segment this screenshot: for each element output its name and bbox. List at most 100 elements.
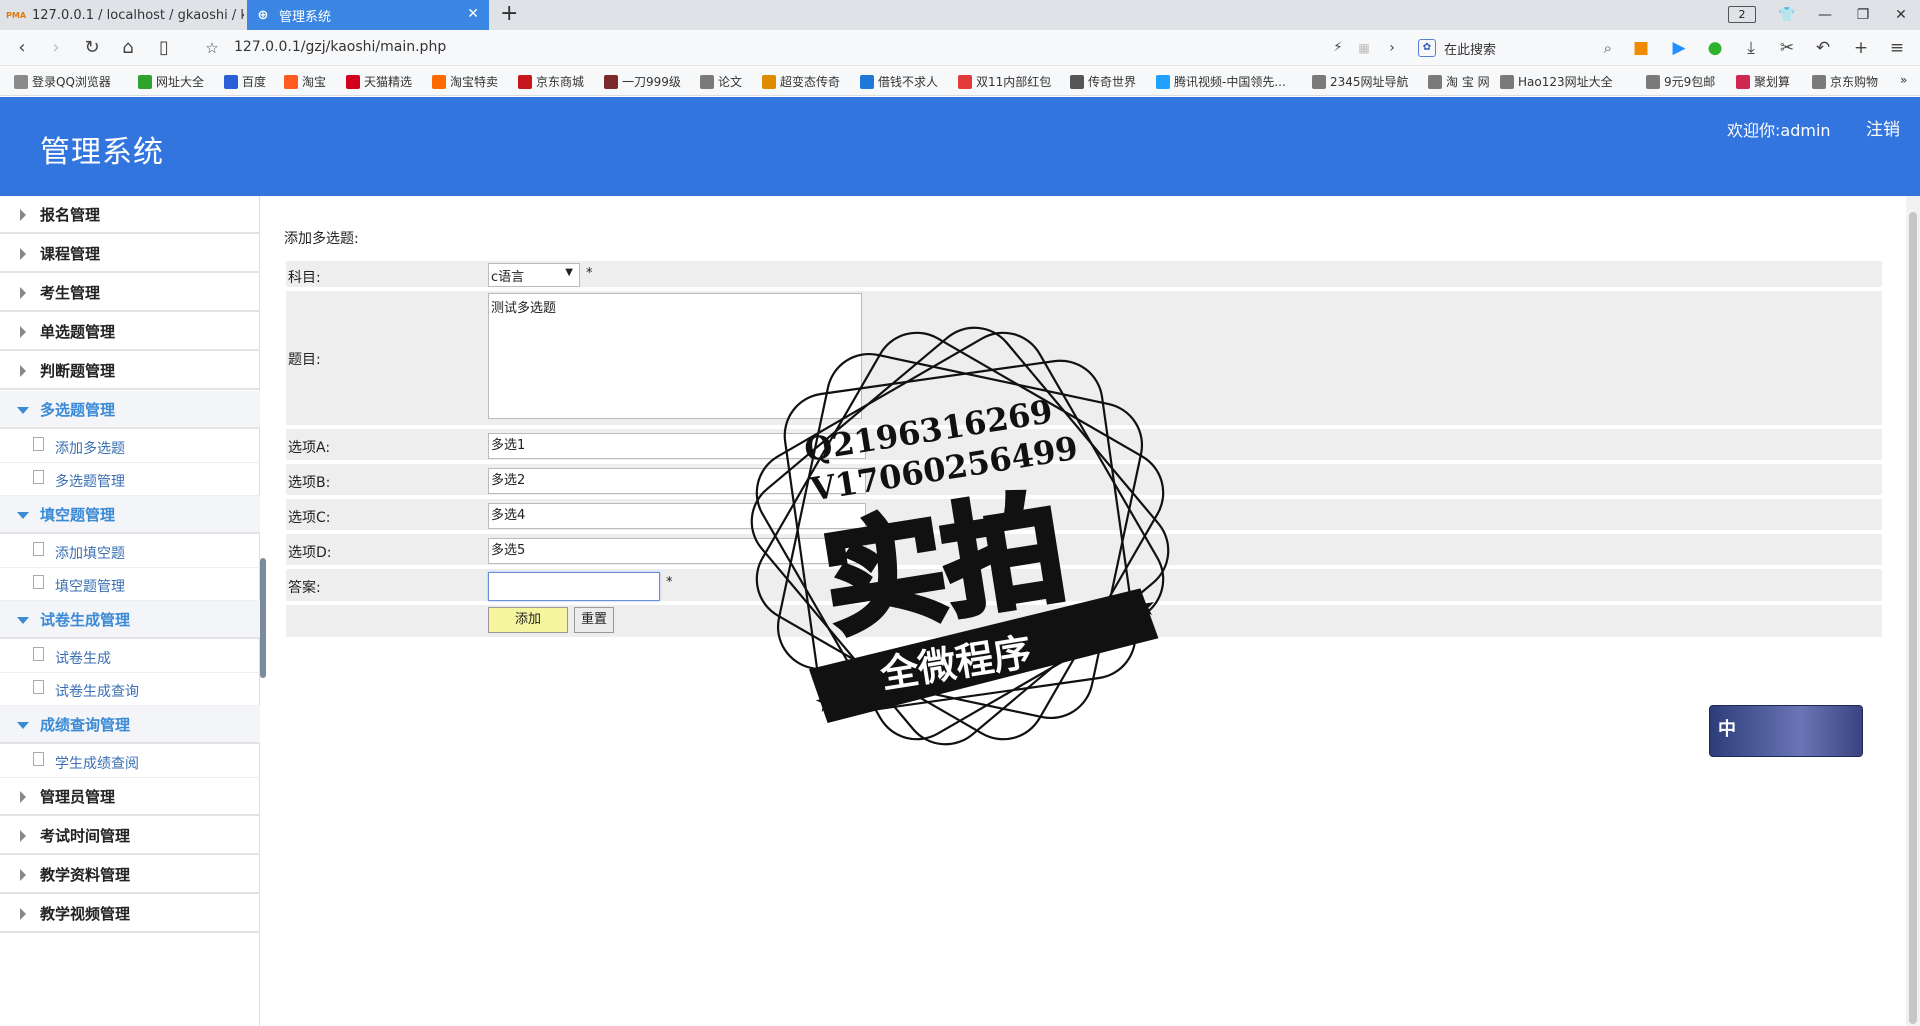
bookmark-favicon-icon [1500,74,1514,89]
bookmark-item[interactable]: 京东商城 [518,73,584,90]
username: admin [1780,121,1831,140]
document-icon [33,647,44,661]
bookmark-favicon-icon [518,74,532,89]
search-input[interactable]: 在此搜索 [1444,39,1604,58]
bookmark-item[interactable]: 天猫精选 [346,73,412,90]
reload-icon[interactable]: ↻ [80,36,104,60]
sidebar-item[interactable]: 添加多选题 [0,430,260,463]
bookmark-item[interactable]: 登录QQ浏览器 [14,73,111,90]
scissors-icon[interactable]: ✂ [1776,37,1798,59]
bookmark-item[interactable]: 传奇世界 [1070,73,1136,90]
bookmark-favicon-icon [1428,74,1442,89]
sidebar-section[interactable]: 课程管理 [0,235,260,273]
bookmark-item[interactable]: 借钱不求人 [860,73,938,90]
browser-tab-phpmyadmin[interactable]: PMA 127.0.0.1 / localhost / gkaoshi / ke [0,0,244,30]
bookmark-label: 网址大全 [156,75,205,89]
bookmark-label: 论文 [718,75,743,89]
video-camera-icon[interactable]: ■ [1630,37,1652,59]
bookmark-item[interactable]: 淘宝 [284,73,326,90]
sidebar-item[interactable]: 填空题管理 [0,568,260,601]
reset-button[interactable]: 重置 [574,607,614,633]
ime-floating-widget[interactable]: 中 [1709,705,1863,757]
sidebar-section[interactable]: 填空题管理 [0,496,260,534]
grid-icon[interactable]: ▦ [1352,36,1376,60]
bookmark-label: 2345网址导航 [1330,75,1409,89]
plus-icon[interactable]: + [1850,37,1872,59]
bookmark-item[interactable]: 论文 [700,73,742,90]
document-icon [33,470,44,484]
sidebar-item[interactable]: 多选题管理 [0,463,260,496]
bookmark-label: 天猫精选 [364,75,413,89]
search-box[interactable]: ✿ 在此搜索 ⌕ [1418,32,1612,64]
bookmark-item[interactable]: 2345网址导航 [1312,73,1409,90]
bookmark-item[interactable]: 一刀999级 [604,73,681,90]
browser-tab-admin[interactable]: ⊕ 管理系统 ✕ [247,0,489,30]
bookmark-item[interactable]: 百度 [224,73,266,90]
bookmark-item[interactable]: Hao123网址大全 [1500,73,1613,90]
sidebar-section[interactable]: 试卷生成管理 [0,601,260,639]
subject-select[interactable]: c语言 ▼ [488,263,580,287]
sidebar-item[interactable]: 试卷生成 [0,640,260,673]
tab-count-badge[interactable]: 2 [1728,6,1756,23]
chevron-right-icon[interactable]: › [1380,36,1404,60]
sidebar-section[interactable]: 成绩查询管理 [0,706,260,744]
sidebar-section[interactable]: 单选题管理 [0,313,260,351]
undo-icon[interactable]: ↶ [1812,37,1834,59]
bookmark-favicon-icon [14,74,28,89]
bookmark-item[interactable]: 聚划算 [1736,73,1790,90]
restore-icon[interactable]: ❐ [1844,0,1882,30]
sidebar-section-label: 成绩查询管理 [40,715,131,734]
forward-icon[interactable]: › [44,36,68,60]
bookmark-item[interactable]: 淘宝特卖 [432,73,498,90]
sidebar-item[interactable]: 添加填空题 [0,535,260,568]
sidebar-section[interactable]: 判断题管理 [0,352,260,390]
bookmark-label: 登录QQ浏览器 [32,75,111,89]
answer-input[interactable] [488,572,660,601]
sidebar-section[interactable]: 考试时间管理 [0,817,260,855]
caret-right-icon [20,326,26,338]
minimize-icon[interactable]: — [1806,0,1844,30]
sidebar-section[interactable]: 教学资料管理 [0,856,260,894]
sidebar-section[interactable]: 多选题管理 [0,391,260,429]
tshirt-skin-icon[interactable]: 👕 [1768,0,1806,30]
close-tab-icon[interactable]: ✕ [467,6,479,22]
search-icon[interactable]: ⌕ [1604,39,1612,57]
bookmark-item[interactable]: 腾讯视频-中国领先... [1156,73,1286,90]
sidebar-item[interactable]: 学生成绩查阅 [0,745,260,778]
new-tab-button[interactable]: + [500,3,518,25]
address-bar[interactable]: 127.0.0.1/gzj/kaoshi/main.php [234,39,446,55]
page-scrollbar-thumb[interactable] [1909,212,1917,1024]
play-icon[interactable]: ▶ [1668,37,1690,59]
window-close-icon[interactable]: ✕ [1882,0,1920,30]
menu-icon[interactable]: ≡ [1886,37,1908,59]
logout-link[interactable]: 注销 [1866,115,1900,140]
bookmark-item[interactable]: 双11内部红包 [958,73,1051,90]
bookmark-item[interactable]: 京东购物 [1812,73,1878,90]
sidebar-section[interactable]: 管理员管理 [0,778,260,816]
home-icon[interactable]: ⌂ [116,36,140,60]
add-button[interactable]: 添加 [488,607,568,633]
reader-icon[interactable]: ▯ [152,36,176,60]
caret-right-icon [20,365,26,377]
bookmark-item[interactable]: 淘 宝 网 [1428,73,1490,90]
sidebar-section[interactable]: 教学视频管理 [0,895,260,933]
bookmark-item[interactable]: 网址大全 [138,73,204,90]
bookmark-item[interactable]: 超变态传奇 [762,73,840,90]
sidebar-item[interactable]: 试卷生成查询 [0,673,260,706]
sidebar-section[interactable]: 报名管理 [0,196,260,234]
download-icon[interactable]: ⤓ [1740,37,1762,59]
bookmark-favicon-icon [284,74,298,89]
flash-icon[interactable]: ⚡ [1326,36,1350,60]
star-bookmark-icon[interactable]: ☆ [200,36,224,60]
sidebar-section-label: 单选题管理 [40,322,116,341]
document-icon [33,542,44,556]
sidebar-section-label: 考试时间管理 [40,826,131,845]
back-icon[interactable]: ‹ [10,36,34,60]
more-bookmarks-icon[interactable]: » [1900,73,1907,87]
page-scrollbar[interactable] [1906,196,1920,1026]
bookmark-favicon-icon [1070,74,1084,89]
wechat-icon[interactable]: ● [1704,37,1726,59]
sidebar-section-label: 多选题管理 [40,400,116,419]
bookmark-item[interactable]: 9元9包邮 [1646,73,1715,90]
sidebar-section[interactable]: 考生管理 [0,274,260,312]
